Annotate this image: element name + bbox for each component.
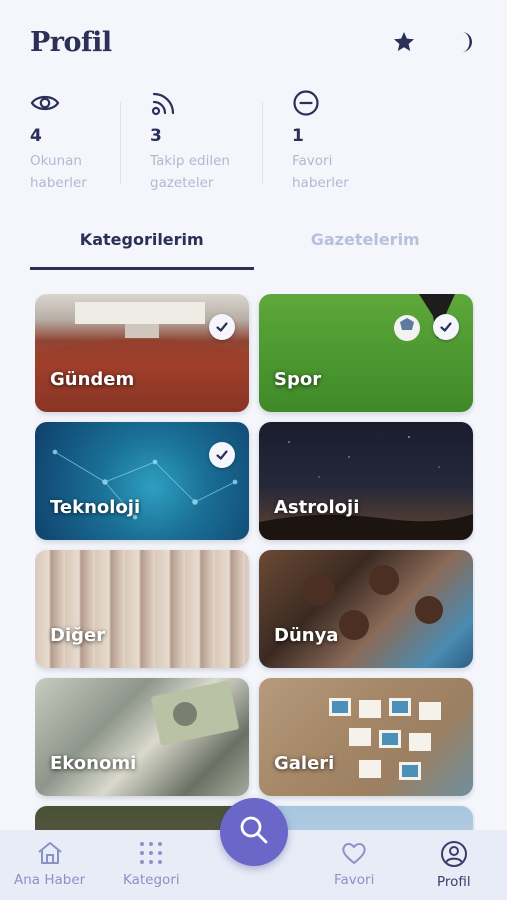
category-label: Gündem	[50, 369, 135, 390]
category-label: Ekonomi	[50, 753, 137, 774]
category-card-partial[interactable]	[259, 806, 473, 830]
stat-label-line1: Favori	[292, 153, 333, 169]
nav-kategori[interactable]: Kategori	[123, 840, 180, 888]
stat-label-line1: Takip edilen	[150, 153, 230, 169]
eye-icon	[30, 88, 108, 118]
money-image	[151, 680, 239, 746]
check-icon	[209, 442, 235, 468]
category-card-spor[interactable]: Spor	[259, 294, 473, 412]
football-image	[394, 294, 455, 341]
tab-kategorilerim[interactable]: Kategorilerim	[30, 222, 254, 270]
header-actions	[391, 29, 477, 55]
stat-count: 3	[150, 126, 162, 146]
nav-label: Kategori	[123, 872, 180, 888]
nav-label: Profil	[437, 874, 471, 890]
check-icon	[209, 314, 235, 340]
nav-profil[interactable]: Profil	[437, 840, 471, 890]
minus-circle-icon	[292, 88, 390, 118]
stat-count: 1	[292, 126, 304, 146]
profile-stats: 4 Okunan haberler 3 Takip edilen gazetel…	[30, 88, 487, 198]
photos-image	[329, 698, 441, 780]
user-circle-icon	[440, 840, 468, 872]
category-label: Dünya	[274, 625, 339, 646]
category-label: Spor	[274, 369, 322, 390]
stat-count: 4	[30, 126, 42, 146]
category-label: Astroloji	[274, 497, 360, 518]
tab-gazetelerim[interactable]: Gazetelerim	[254, 222, 478, 270]
category-card-diger[interactable]: Diğer	[35, 550, 249, 668]
stat-label: Okunan haberler	[30, 150, 108, 194]
grid-dots-icon	[138, 840, 164, 870]
stat-label: Favori haberler	[292, 150, 390, 194]
rss-icon	[150, 88, 250, 118]
nav-label: Favori	[334, 872, 375, 888]
stat-read-news: 4 Okunan haberler	[30, 88, 120, 198]
category-card-ekonomi[interactable]: Ekonomi	[35, 678, 249, 796]
category-card-teknoloji[interactable]: Teknoloji	[35, 422, 249, 540]
parliament-image	[35, 302, 249, 412]
category-grid: Gündem Spor Teknoloji Astroloji Diğer Dü…	[35, 294, 475, 830]
moon-icon[interactable]	[451, 29, 477, 55]
search-icon	[237, 813, 271, 851]
category-card-galeri[interactable]: Galeri	[259, 678, 473, 796]
stat-label-line1: Okunan	[30, 153, 82, 169]
network-image	[52, 449, 238, 520]
stat-followed-papers: 3 Takip edilen gazeteler	[120, 88, 262, 198]
stat-label-line2: haberler	[292, 175, 349, 191]
star-icon[interactable]	[391, 29, 417, 55]
category-card-gundem[interactable]: Gündem	[35, 294, 249, 412]
home-icon	[36, 840, 64, 870]
search-button[interactable]	[220, 798, 288, 866]
category-card-partial[interactable]	[35, 806, 249, 830]
category-label: Teknoloji	[50, 497, 141, 518]
stat-favorite-news: 1 Favori haberler	[262, 88, 402, 198]
heart-icon	[340, 840, 368, 870]
check-icon	[433, 314, 459, 340]
nav-label: Ana Haber	[14, 872, 86, 888]
category-card-dunya[interactable]: Dünya	[259, 550, 473, 668]
children-image	[303, 565, 443, 640]
category-label: Diğer	[50, 625, 106, 646]
nav-ana-haber[interactable]: Ana Haber	[14, 840, 85, 888]
stat-label-line2: gazeteler	[150, 175, 214, 191]
page-title: Profil	[30, 26, 112, 58]
category-card-astroloji[interactable]: Astroloji	[259, 422, 473, 540]
nav-favori[interactable]: Favori	[334, 840, 374, 888]
profile-tabs: Kategorilerim Gazetelerim	[30, 222, 477, 270]
stat-label-line2: haberler	[30, 175, 87, 191]
category-label: Galeri	[274, 753, 335, 774]
night-sky-image	[259, 436, 473, 540]
stat-label: Takip edilen gazeteler	[150, 150, 250, 194]
header: Profil	[30, 24, 477, 60]
